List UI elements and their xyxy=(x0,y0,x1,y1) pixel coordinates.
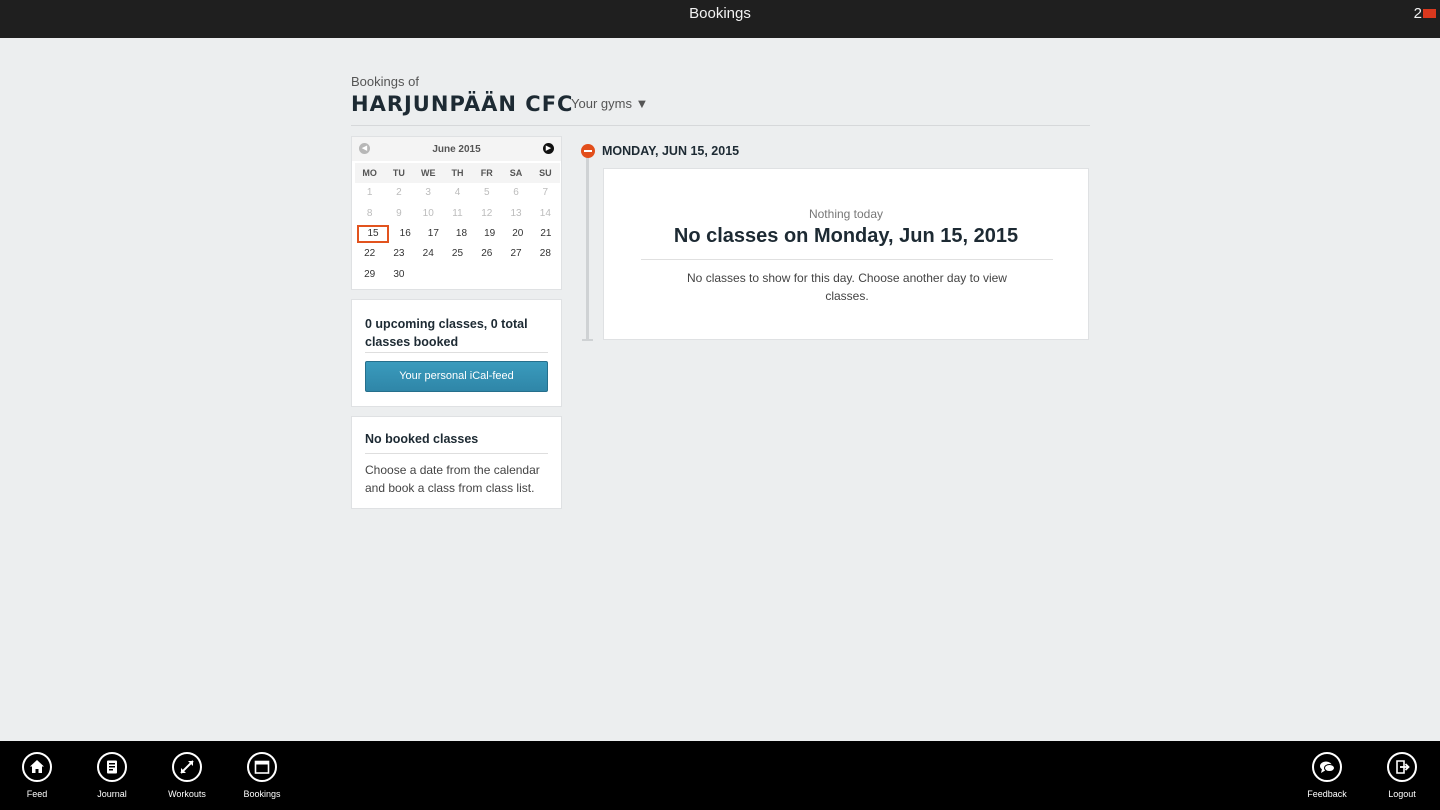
bookings-summary-card: 0 upcoming classes, 0 total classes book… xyxy=(351,299,562,407)
weekday-label: SU xyxy=(539,168,552,179)
no-booked-title: No booked classes xyxy=(365,432,479,446)
workouts-label: Workouts xyxy=(168,789,206,799)
calendar-day[interactable]: 21 xyxy=(532,225,560,243)
weekday-label: MO xyxy=(362,168,377,179)
calendar-day[interactable]: 29 xyxy=(355,266,384,284)
header-divider xyxy=(351,125,1090,126)
divider xyxy=(365,453,548,454)
notification-count[interactable]: 2 xyxy=(1414,5,1422,22)
no-booked-card: No booked classes Choose a date from the… xyxy=(351,416,562,509)
calendar-day[interactable]: 23 xyxy=(384,245,413,263)
calendar-day[interactable]: 12 xyxy=(472,205,501,223)
title-bar: Bookings 2 xyxy=(0,0,1440,38)
calendar-weekdays: MO TU WE TH FR SA SU xyxy=(355,163,560,184)
flag-icon[interactable] xyxy=(1423,9,1436,18)
calendar-day[interactable]: 27 xyxy=(501,245,530,263)
timeline-end xyxy=(582,339,593,341)
chat-bubbles-icon xyxy=(1312,752,1342,782)
calendar-day-empty xyxy=(443,266,472,284)
calendar-day-empty xyxy=(472,266,501,284)
calendar-day[interactable]: 17 xyxy=(419,225,447,243)
calendar-day[interactable]: 30 xyxy=(384,266,413,284)
weekday-label: SA xyxy=(509,168,523,179)
divider xyxy=(641,259,1053,260)
classes-card: Nothing today No classes on Monday, Jun … xyxy=(603,168,1089,340)
calendar-day[interactable]: 25 xyxy=(443,245,472,263)
journal-label: Journal xyxy=(97,789,127,799)
classes-title: No classes on Monday, Jun 15, 2015 xyxy=(673,225,1019,247)
calendar-week: 1 2 3 4 5 6 7 xyxy=(355,183,560,203)
calendar-day[interactable]: 16 xyxy=(391,225,419,243)
calendar-day[interactable]: 1 xyxy=(355,184,384,202)
journal-button[interactable]: Journal xyxy=(82,752,142,799)
journal-icon xyxy=(97,752,127,782)
calendar-day[interactable]: 22 xyxy=(355,245,384,263)
timeline-line xyxy=(586,157,589,340)
calendar-day[interactable]: 2 xyxy=(384,184,413,202)
calendar-day[interactable]: 13 xyxy=(501,205,530,223)
calendar-day-empty xyxy=(414,266,443,284)
calendar-day-empty xyxy=(501,266,530,284)
day-heading: MONDAY, JUN 15, 2015 xyxy=(602,144,740,158)
bookings-button[interactable]: Bookings xyxy=(232,752,292,799)
page-subtitle: Bookings of xyxy=(351,74,419,89)
feed-label: Feed xyxy=(26,789,48,799)
calendar-day[interactable]: 8 xyxy=(355,205,384,223)
next-month-icon[interactable]: ▶ xyxy=(543,143,554,154)
bookings-label: Bookings xyxy=(243,789,281,799)
calendar-icon xyxy=(247,752,277,782)
calendar-week: 15 16 17 18 19 20 21 xyxy=(355,224,560,244)
calendar-day[interactable]: 11 xyxy=(443,205,472,223)
weekday-label: WE xyxy=(420,168,436,179)
classes-subtitle: Nothing today xyxy=(808,207,884,221)
weekday-label: TU xyxy=(392,168,405,179)
home-icon xyxy=(22,752,52,782)
calendar-day[interactable]: 7 xyxy=(531,184,560,202)
collapse-icon[interactable] xyxy=(581,144,595,158)
calendar-month: June 2015 xyxy=(432,144,481,155)
logout-button[interactable]: Logout xyxy=(1372,752,1432,799)
calendar-week: 22 23 24 25 26 27 28 xyxy=(355,244,560,264)
feedback-button[interactable]: Feedback xyxy=(1297,752,1357,799)
app-title: Bookings xyxy=(689,5,751,22)
calendar-day[interactable]: 19 xyxy=(476,225,504,243)
gym-selector[interactable]: Your gyms ▼ xyxy=(571,96,648,111)
calendar-day[interactable]: 28 xyxy=(531,245,560,263)
calendar-day[interactable]: 6 xyxy=(501,184,530,202)
feedback-label: Feedback xyxy=(1307,789,1347,799)
weekday-label: TH xyxy=(451,168,464,179)
calendar-day[interactable]: 10 xyxy=(414,205,443,223)
calendar-day[interactable]: 5 xyxy=(472,184,501,202)
calendar-day[interactable]: 9 xyxy=(384,205,413,223)
calendar: ◀ June 2015 ▶ MO TU WE TH FR SA SU 1 2 3… xyxy=(351,136,562,290)
calendar-day[interactable]: 3 xyxy=(414,184,443,202)
calendar-header: ◀ June 2015 ▶ xyxy=(352,137,561,161)
divider xyxy=(365,352,548,353)
calendar-week: 29 30 xyxy=(355,264,560,284)
calendar-week: 8 9 10 11 12 13 14 xyxy=(355,204,560,224)
no-booked-text: Choose a date from the calendar and book… xyxy=(365,463,540,495)
calendar-day[interactable]: 18 xyxy=(447,225,475,243)
calendar-day-selected[interactable]: 15 xyxy=(357,225,390,244)
expand-arrows-icon xyxy=(172,752,202,782)
app-bar: Feed Journal Workouts Bookings Feedback … xyxy=(0,741,1440,810)
logout-icon xyxy=(1387,752,1417,782)
calendar-day[interactable]: 26 xyxy=(472,245,501,263)
calendar-day[interactable]: 24 xyxy=(414,245,443,263)
calendar-day-empty xyxy=(531,266,560,284)
classes-message: No classes to show for this day. Choose … xyxy=(687,271,1007,303)
feed-button[interactable]: Feed xyxy=(7,752,67,799)
bookings-summary: 0 upcoming classes, 0 total classes book… xyxy=(365,317,528,349)
weekday-label: FR xyxy=(480,168,493,179)
workouts-button[interactable]: Workouts xyxy=(157,752,217,799)
logout-label: Logout xyxy=(1388,789,1416,799)
page-title: HARJUNPÄÄN CFC xyxy=(351,92,574,116)
calendar-day[interactable]: 20 xyxy=(504,225,532,243)
calendar-day[interactable]: 14 xyxy=(531,205,560,223)
ical-feed-button[interactable]: Your personal iCal-feed xyxy=(365,361,548,392)
calendar-grid: MO TU WE TH FR SA SU 1 2 3 4 5 6 7 8 9 1… xyxy=(355,163,560,285)
calendar-day[interactable]: 4 xyxy=(443,184,472,202)
